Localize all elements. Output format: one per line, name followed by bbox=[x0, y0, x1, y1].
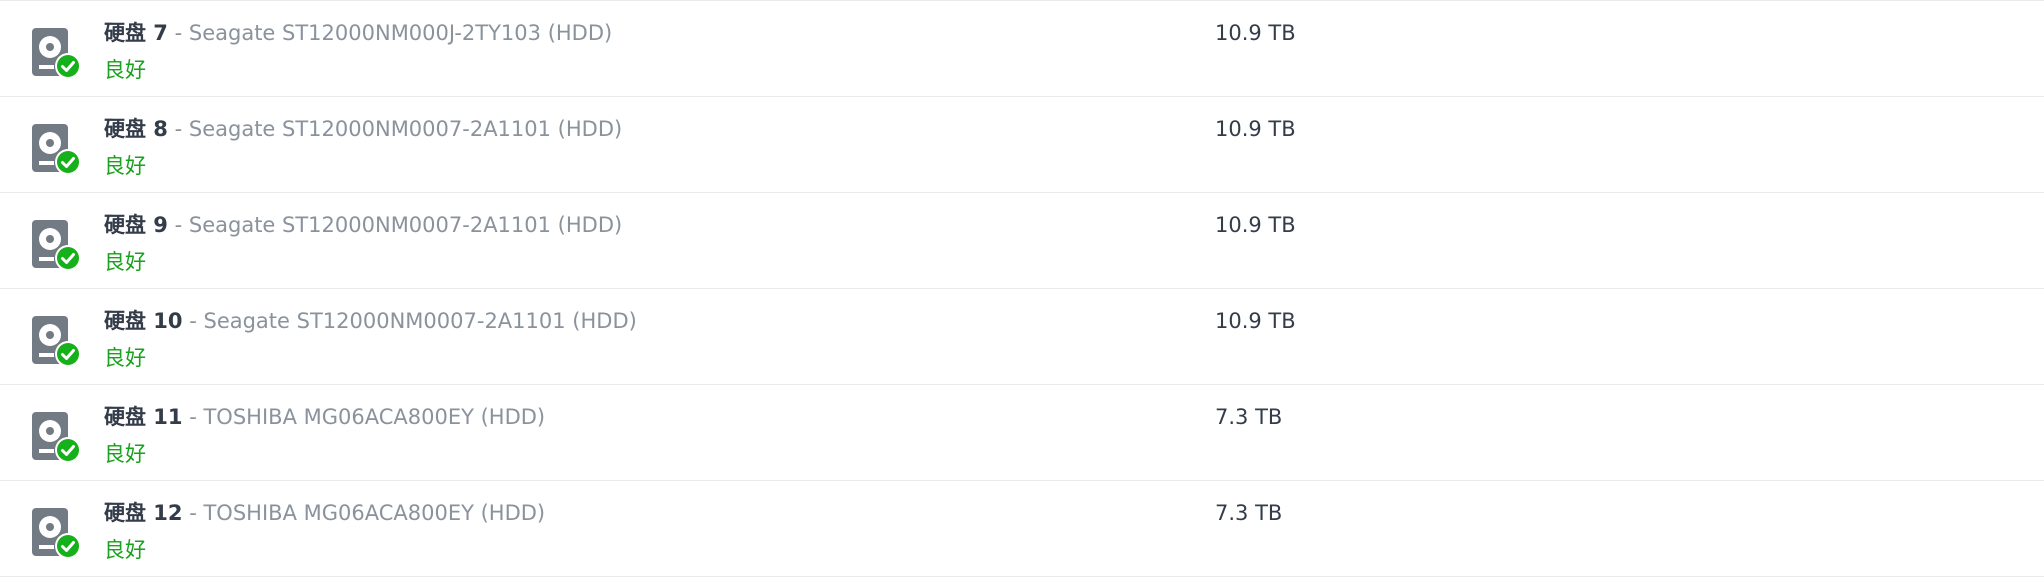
disk-row[interactable]: 硬盘 12 - TOSHIBA MG06ACA800EY (HDD) 良好 7.… bbox=[0, 481, 2044, 577]
check-circle-icon bbox=[55, 53, 81, 79]
disk-status: 良好 bbox=[104, 250, 146, 274]
check-circle-icon bbox=[55, 341, 81, 367]
disk-separator: - bbox=[167, 21, 189, 45]
disk-name: 硬盘 7 bbox=[104, 21, 168, 45]
disk-row[interactable]: 硬盘 7 - Seagate ST12000NM000J-2TY103 (HDD… bbox=[0, 1, 2044, 97]
hard-disk-icon bbox=[30, 122, 82, 178]
hard-disk-icon bbox=[30, 506, 82, 562]
disk-capacity: 10.9 TB bbox=[1215, 117, 1296, 141]
disk-name: 硬盘 8 bbox=[104, 117, 168, 141]
disk-separator: - bbox=[182, 309, 204, 333]
disk-title: 硬盘 7 - Seagate ST12000NM000J-2TY103 (HDD… bbox=[104, 19, 612, 47]
disk-separator: - bbox=[167, 213, 189, 237]
hard-disk-icon bbox=[30, 26, 82, 82]
disk-title: 硬盘 11 - TOSHIBA MG06ACA800EY (HDD) bbox=[104, 403, 545, 431]
disk-name: 硬盘 9 bbox=[104, 213, 168, 237]
disk-row[interactable]: 硬盘 10 - Seagate ST12000NM0007-2A1101 (HD… bbox=[0, 289, 2044, 385]
disk-model: Seagate ST12000NM0007-2A1101 (HDD) bbox=[203, 309, 637, 333]
check-circle-icon bbox=[55, 149, 81, 175]
disk-capacity: 7.3 TB bbox=[1215, 501, 1283, 525]
disk-separator: - bbox=[182, 405, 204, 429]
hard-disk-icon bbox=[30, 410, 82, 466]
disk-row[interactable]: 硬盘 11 - TOSHIBA MG06ACA800EY (HDD) 良好 7.… bbox=[0, 385, 2044, 481]
disk-name: 硬盘 12 bbox=[104, 501, 183, 525]
disk-model: Seagate ST12000NM0007-2A1101 (HDD) bbox=[188, 213, 623, 237]
disk-status: 良好 bbox=[104, 538, 146, 562]
hard-disk-icon bbox=[30, 314, 82, 370]
disk-model: Seagate ST12000NM000J-2TY103 (HDD) bbox=[188, 21, 613, 45]
disk-model: Seagate ST12000NM0007-2A1101 (HDD) bbox=[188, 117, 623, 141]
check-circle-icon bbox=[55, 437, 81, 463]
check-circle-icon bbox=[55, 245, 81, 271]
disk-capacity: 10.9 TB bbox=[1215, 213, 1296, 237]
disk-capacity: 7.3 TB bbox=[1215, 405, 1283, 429]
check-circle-icon bbox=[55, 533, 81, 559]
disk-row[interactable]: 硬盘 8 - Seagate ST12000NM0007-2A1101 (HDD… bbox=[0, 97, 2044, 193]
disk-status: 良好 bbox=[104, 154, 146, 178]
disk-title: 硬盘 8 - Seagate ST12000NM0007-2A1101 (HDD… bbox=[104, 115, 622, 143]
disk-title: 硬盘 12 - TOSHIBA MG06ACA800EY (HDD) bbox=[104, 499, 545, 527]
disk-model: TOSHIBA MG06ACA800EY (HDD) bbox=[203, 501, 546, 525]
hard-disk-icon bbox=[30, 218, 82, 274]
disk-status: 良好 bbox=[104, 346, 146, 370]
disk-separator: - bbox=[167, 117, 189, 141]
disk-status: 良好 bbox=[104, 442, 146, 466]
disk-title: 硬盘 9 - Seagate ST12000NM0007-2A1101 (HDD… bbox=[104, 211, 622, 239]
disk-capacity: 10.9 TB bbox=[1215, 21, 1296, 45]
disk-title: 硬盘 10 - Seagate ST12000NM0007-2A1101 (HD… bbox=[104, 307, 637, 335]
disk-name: 硬盘 11 bbox=[104, 405, 183, 429]
disk-status: 良好 bbox=[104, 58, 146, 82]
disk-list: 硬盘 7 - Seagate ST12000NM000J-2TY103 (HDD… bbox=[0, 0, 2044, 577]
disk-separator: - bbox=[182, 501, 204, 525]
disk-model: TOSHIBA MG06ACA800EY (HDD) bbox=[203, 405, 546, 429]
disk-row[interactable]: 硬盘 9 - Seagate ST12000NM0007-2A1101 (HDD… bbox=[0, 193, 2044, 289]
disk-capacity: 10.9 TB bbox=[1215, 309, 1296, 333]
disk-name: 硬盘 10 bbox=[104, 309, 183, 333]
